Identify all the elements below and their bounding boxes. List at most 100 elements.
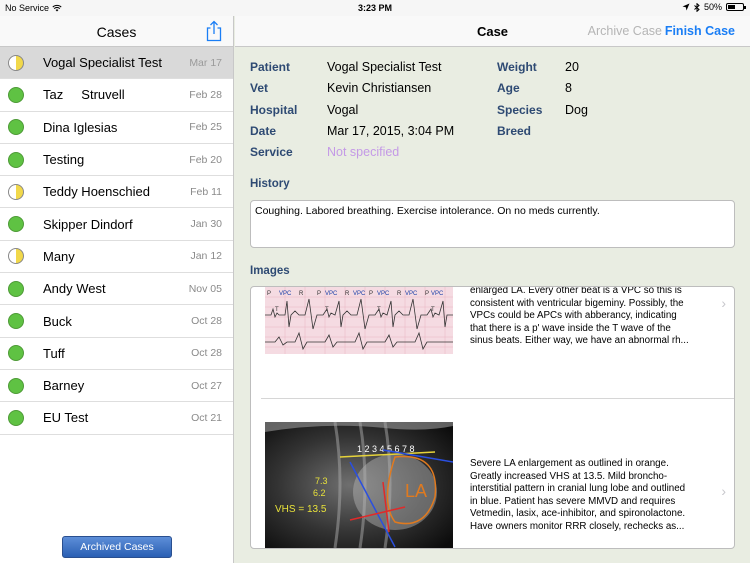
- ecg-label-vpc: VPC: [353, 291, 366, 297]
- archive-case-button[interactable]: Archive Case: [588, 24, 662, 38]
- image-row[interactable]: P T VPC R P VPC R VPC P VPC R VPC P VPC …: [251, 287, 734, 398]
- case-row[interactable]: Testing Feb 20: [0, 144, 233, 177]
- chevron-right-icon: ›: [721, 295, 726, 311]
- case-status-icon: [8, 377, 24, 394]
- case-date: Feb 25: [189, 121, 222, 134]
- case-name: Tuff: [43, 345, 65, 361]
- status-bar: No Service 3:23 PM 50%: [0, 0, 750, 16]
- case-status-icon: [8, 313, 24, 330]
- case-status-icon: [8, 345, 24, 362]
- cases-sidebar: Cases Vogal Specialist Test Mar 17 Taz Str…: [0, 16, 234, 563]
- ecg-label-r: R: [345, 291, 350, 297]
- weight-value[interactable]: 20: [565, 60, 579, 74]
- case-date: Oct 28: [191, 315, 222, 328]
- xray-thumbnail: LA 1 2 3 4 5 6 7 8 7.3 6.2 VHS = 13.5: [265, 422, 453, 548]
- history-label: History: [250, 178, 290, 190]
- case-name: Taz Struvell: [43, 87, 125, 103]
- la-annotation: LA: [405, 481, 427, 501]
- finish-case-button[interactable]: Finish Case: [665, 24, 735, 38]
- archived-cases-button[interactable]: Archived Cases: [62, 536, 172, 558]
- case-name: EU Test: [43, 410, 89, 426]
- ecg-label-p: P: [267, 291, 271, 297]
- measurement-1: 7.3: [315, 476, 328, 486]
- service-label: Service: [250, 145, 293, 159]
- case-row[interactable]: Many Jan 12: [0, 241, 233, 274]
- case-name: Dina Iglesias: [43, 119, 118, 135]
- ecg-label-vpc: VPC: [377, 291, 390, 297]
- chevron-right-icon: ›: [721, 483, 726, 499]
- image-description-line: VPCs could be APCs with abberancy, indic…: [470, 310, 677, 322]
- ecg-label-t: T: [325, 307, 329, 313]
- case-row[interactable]: Taz Struvell Feb 28: [0, 79, 233, 112]
- age-label: Age: [497, 81, 520, 95]
- ecg-label-vpc: VPC: [431, 291, 444, 297]
- image-description: Severe LA enlargement as outlined in ora…: [470, 458, 710, 534]
- image-description-line: that there is a p' wave inside the T wav…: [470, 322, 671, 334]
- history-field[interactable]: Coughing. Labored breathing. Exercise in…: [250, 200, 735, 248]
- image-description-line: Have owners monitor RRR closely, recheck…: [470, 520, 685, 532]
- bluetooth-icon: [694, 2, 700, 12]
- breed-label: Breed: [497, 124, 532, 138]
- case-detail: Case Archive Case Finish Case Patient Vo…: [235, 16, 750, 563]
- image-description-line: sinus beats. Either way, we have an abno…: [470, 335, 689, 347]
- ecg-label-vpc: VPC: [325, 291, 338, 297]
- patient-value[interactable]: Vogal Specialist Test: [327, 60, 441, 74]
- location-arrow-icon: [682, 3, 690, 11]
- case-date: Feb 20: [189, 153, 222, 166]
- image-description-line: interstitial pattern in cranial lung lob…: [470, 483, 686, 495]
- case-row[interactable]: Dina Iglesias Feb 25: [0, 112, 233, 144]
- ecg-label-vpc: VPC: [405, 291, 418, 297]
- ecg-label-t: T: [377, 307, 381, 313]
- image-row[interactable]: LA 1 2 3 4 5 6 7 8 7.3 6.2 VHS = 13.5 Se…: [251, 399, 734, 548]
- vet-value[interactable]: Kevin Christiansen: [327, 81, 431, 95]
- case-row[interactable]: Andy West Nov 05: [0, 273, 233, 306]
- case-row[interactable]: Skipper Dindorf Jan 30: [0, 208, 233, 241]
- case-row[interactable]: Barney Oct 27: [0, 370, 233, 403]
- ecg-label-p: P: [317, 291, 321, 297]
- image-description-line: Greatly increased VHS at 13.5. Mild bron…: [470, 470, 668, 482]
- date-value[interactable]: Mar 17, 2015, 3:04 PM: [327, 124, 454, 138]
- battery-icon: [726, 3, 746, 11]
- vertebra-count: 1 2 3 4 5 6 7 8: [357, 444, 415, 454]
- vet-label: Vet: [250, 81, 269, 95]
- patient-label: Patient: [250, 60, 291, 74]
- share-icon[interactable]: [205, 20, 223, 42]
- image-description: enlarged LA. Every other beat is a VPC s…: [470, 287, 710, 348]
- sidebar-header: Cases: [0, 16, 233, 47]
- case-name: Skipper Dindorf: [43, 216, 133, 232]
- case-status-icon: [8, 280, 24, 297]
- images-label: Images: [250, 265, 290, 277]
- vhs-annotation: VHS = 13.5: [275, 504, 327, 515]
- case-row[interactable]: Buck Oct 28: [0, 305, 233, 338]
- system-status: 50%: [682, 2, 746, 12]
- image-description-line: consistent with ventricular bigeminy. Po…: [470, 297, 684, 309]
- case-row[interactable]: EU Test Oct 21: [0, 402, 233, 435]
- ecg-label-t: T: [431, 307, 435, 313]
- service-value[interactable]: Not specified: [327, 145, 399, 159]
- case-name: Testing: [43, 152, 85, 168]
- ecg-label-p: P: [369, 291, 373, 297]
- weight-label: Weight: [497, 60, 537, 74]
- case-row[interactable]: Tuff Oct 28: [0, 338, 233, 370]
- age-value[interactable]: 8: [565, 81, 572, 95]
- image-description-line: Vetmedin, lasix, ace-inhibitor, and spir…: [470, 508, 686, 520]
- measurement-2: 6.2: [313, 488, 326, 498]
- images-list: P T VPC R P VPC R VPC P VPC R VPC P VPC …: [250, 286, 735, 549]
- species-value[interactable]: Dog: [565, 103, 588, 117]
- case-date: Jan 12: [190, 250, 222, 263]
- case-status-icon: [8, 151, 24, 168]
- case-status-icon: [8, 216, 24, 233]
- case-date: Oct 27: [191, 379, 222, 392]
- case-date: Feb 11: [190, 185, 222, 198]
- case-name: Teddy Hoenschied: [43, 184, 150, 200]
- ecg-label-r: R: [299, 291, 304, 297]
- ecg-label-p: P: [425, 291, 429, 297]
- ecg-label-vpc: VPC: [279, 291, 292, 297]
- battery-percent: 50%: [703, 2, 722, 12]
- hospital-value[interactable]: Vogal: [327, 103, 358, 117]
- case-name: Vogal Specialist Test: [43, 55, 162, 71]
- case-status-icon: [8, 409, 24, 426]
- case-row[interactable]: Vogal Specialist Test Mar 17: [0, 47, 233, 80]
- case-status-icon: [8, 119, 24, 136]
- case-row[interactable]: Teddy Hoenschied Feb 11: [0, 176, 233, 209]
